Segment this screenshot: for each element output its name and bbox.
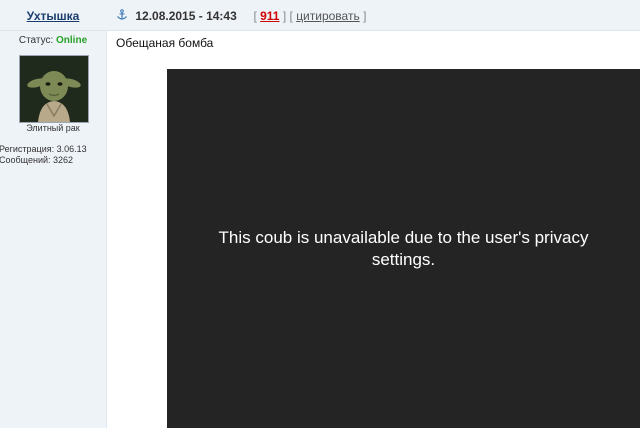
registration-date: Регистрация: 3.06.13 <box>0 144 87 154</box>
anchor-icon[interactable] <box>116 9 128 21</box>
coub-embed[interactable]: This coub is unavailable due to the user… <box>167 69 640 428</box>
user-status: Статус: Online <box>0 35 106 46</box>
embed-unavailable-message: This coub is unavailable due to the user… <box>218 228 589 269</box>
bracket-close: ] <box>363 9 367 23</box>
post-title: Обещаная бомба <box>116 36 214 50</box>
message-count: Сообщений: 3262 <box>0 155 74 165</box>
post-number-link[interactable]: 911 <box>260 9 279 23</box>
avatar[interactable] <box>19 55 89 123</box>
status-online: Online <box>56 35 88 46</box>
bracket-mid: ] [ <box>282 9 293 23</box>
quote-link[interactable]: цитировать <box>296 9 360 23</box>
user-rank: Элитный рак <box>26 123 80 133</box>
user-stats: Регистрация: 3.06.13 Сообщений: 3262 <box>0 144 87 166</box>
post-meta: 12.08.2015 - 14:43 [ 911 ] [ цитировать … <box>116 9 366 23</box>
bracket-open: [ <box>253 9 257 23</box>
forum-post: Ухтышка 12.08.2015 - 14:43 [ 911 ] [ цит… <box>0 0 640 428</box>
status-label: Статус: <box>18 35 54 46</box>
post-date: 12.08.2015 - 14:43 <box>135 9 237 23</box>
username-link[interactable]: Ухтышка <box>0 9 106 23</box>
avatar-image <box>20 56 88 122</box>
